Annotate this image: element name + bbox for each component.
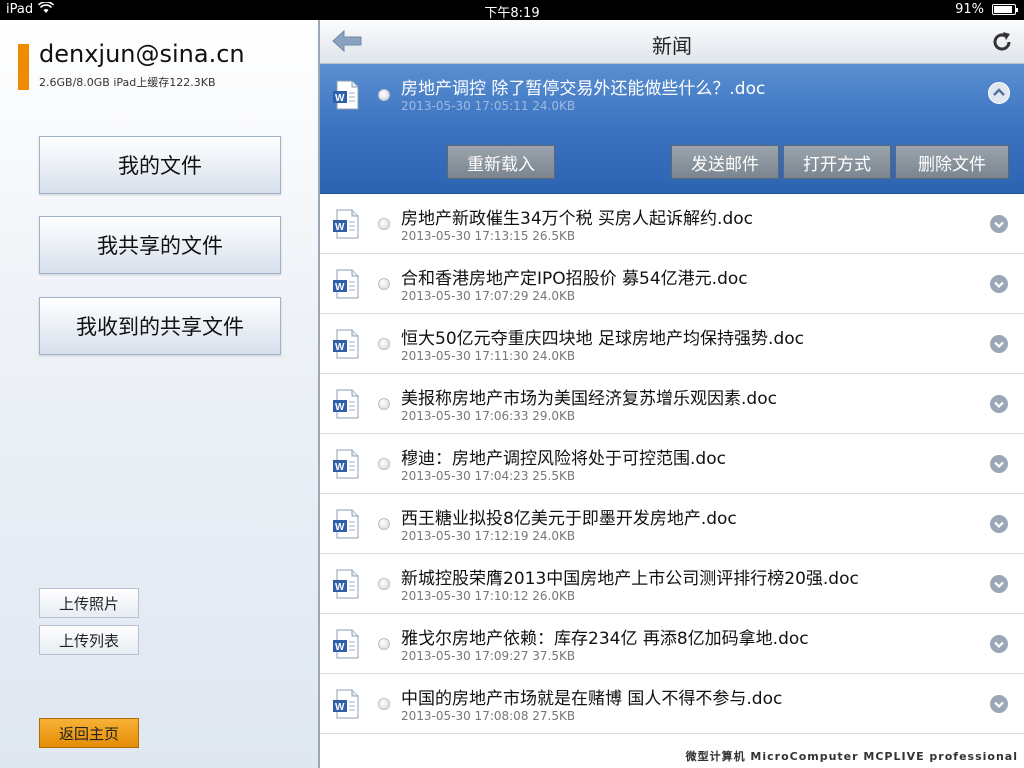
word-doc-icon: W [331,568,363,600]
list-item[interactable]: W 西王糖业拟投8亿美元于即墨开发房地产.doc 2013-05-30 17:1… [320,494,1024,554]
back-home-button[interactable]: 返回主页 [39,718,139,748]
list-item[interactable]: W 恒大50亿元夺重庆四块地 足球房地产均保持强势.doc 2013-05-30… [320,314,1024,374]
chevron-up-icon[interactable] [988,82,1010,104]
word-doc-icon: W [331,79,363,111]
file-meta: 2013-05-30 17:12:19 24.0KB [401,529,576,543]
storage-usage: 2.6GB/8.0GB iPad上缓存122.3KB [39,76,216,89]
upload-photos-button[interactable]: 上传照片 [39,588,139,618]
chevron-down-icon[interactable] [990,395,1008,413]
file-meta: 2013-05-30 17:11:30 24.0KB [401,349,576,363]
account-email: denxjun@sina.cn [39,40,245,68]
chevron-down-icon[interactable] [990,515,1008,533]
upload-list-button[interactable]: 上传列表 [39,625,139,655]
file-name: 房地产调控 除了暂停交易外还能做些什么？.doc [401,79,766,99]
sidebar: denxjun@sina.cn 2.6GB/8.0GB iPad上缓存122.3… [0,20,320,768]
list-item[interactable]: W 合和香港房地产定IPO招股价 募54亿港元.doc 2013-05-30 1… [320,254,1024,314]
selection-radio[interactable] [378,338,390,350]
send-email-button[interactable]: 发送邮件 [671,145,779,179]
selection-radio[interactable] [378,698,390,710]
my-shared-files-button[interactable]: 我共享的文件 [39,216,281,274]
file-name: 雅戈尔房地产依赖：库存234亿 再添8亿加码拿地.doc [401,629,809,649]
selection-radio[interactable] [378,518,390,530]
open-with-button[interactable]: 打开方式 [783,145,891,179]
nav-bar: 新闻 [320,20,1024,64]
word-doc-icon: W [331,388,363,420]
selection-radio[interactable] [378,458,390,470]
svg-text:W: W [335,282,345,293]
list-item[interactable]: W 中国的房地产市场就是在赌博 国人不得不参与.doc 2013-05-30 1… [320,674,1024,734]
svg-text:W: W [335,522,345,533]
svg-text:W: W [335,642,345,653]
selection-radio[interactable] [378,638,390,650]
selection-radio[interactable] [378,398,390,410]
word-doc-icon: W [331,208,363,240]
list-item[interactable]: W 美报称房地产市场为美国经济复苏增乐观因素.doc 2013-05-30 17… [320,374,1024,434]
page-title: 新闻 [652,34,692,58]
file-name: 中国的房地产市场就是在赌博 国人不得不参与.doc [401,689,783,709]
chevron-down-icon[interactable] [990,335,1008,353]
file-name: 房地产新政催生34万个税 买房人起诉解约.doc [401,209,753,229]
file-meta: 2013-05-30 17:04:23 25.5KB [401,469,576,483]
svg-text:W: W [335,702,345,713]
list-item[interactable]: W 穆迪：房地产调控风险将处于可控范围.doc 2013-05-30 17:04… [320,434,1024,494]
file-name: 合和香港房地产定IPO招股价 募54亿港元.doc [401,269,748,289]
svg-text:W: W [335,582,345,593]
reload-button[interactable]: 重新载入 [447,145,555,179]
file-meta: 2013-05-30 17:06:33 29.0KB [401,409,576,423]
svg-text:W: W [335,93,345,104]
file-name: 西王糖业拟投8亿美元于即墨开发房地产.doc [401,509,737,529]
word-doc-icon: W [331,328,363,360]
list-item[interactable]: W 房地产新政催生34万个税 买房人起诉解约.doc 2013-05-30 17… [320,194,1024,254]
file-meta: 2013-05-30 17:13:15 26.5KB [401,229,576,243]
selected-file-row[interactable]: W 房地产调控 除了暂停交易外还能做些什么？.doc 2013-05-30 17… [320,64,1024,194]
word-doc-icon: W [331,268,363,300]
list-item[interactable]: W 雅戈尔房地产依赖：库存234亿 再添8亿加码拿地.doc 2013-05-3… [320,614,1024,674]
chevron-down-icon[interactable] [990,275,1008,293]
received-shared-files-button[interactable]: 我收到的共享文件 [39,297,281,355]
battery-percent: 91% [955,2,984,17]
file-name: 恒大50亿元夺重庆四块地 足球房地产均保持强势.doc [401,329,804,349]
svg-text:W: W [335,342,345,353]
status-bar: iPad 下午8:19 91% [0,0,1024,21]
chevron-down-icon[interactable] [990,455,1008,473]
selection-radio[interactable] [378,278,390,290]
file-name: 新城控股荣膺2013中国房地产上市公司测评排行榜20强.doc [401,569,859,589]
file-meta: 2013-05-30 17:05:11 24.0KB [401,99,576,113]
word-doc-icon: W [331,448,363,480]
refresh-icon[interactable] [990,30,1014,54]
battery-icon [992,4,1018,15]
watermark-logo: 微型计算机 MicroComputer MCPLIVE professional [685,750,1018,763]
file-name: 穆迪：房地产调控风险将处于可控范围.doc [401,449,726,469]
file-meta: 2013-05-30 17:09:27 37.5KB [401,649,576,663]
list-item[interactable]: W 新城控股荣膺2013中国房地产上市公司测评排行榜20强.doc 2013-0… [320,554,1024,614]
chevron-down-icon[interactable] [990,575,1008,593]
word-doc-icon: W [331,508,363,540]
svg-text:W: W [335,222,345,233]
file-meta: 2013-05-30 17:07:29 24.0KB [401,289,576,303]
file-name: 美报称房地产市场为美国经济复苏增乐观因素.doc [401,389,777,409]
account-accent-bar [18,44,29,90]
selection-radio[interactable] [378,89,390,101]
file-meta: 2013-05-30 17:08:08 27.5KB [401,709,576,723]
selection-radio[interactable] [378,218,390,230]
battery-level [994,6,1012,13]
file-meta: 2013-05-30 17:10:12 26.0KB [401,589,576,603]
my-files-button[interactable]: 我的文件 [39,136,281,194]
chevron-down-icon[interactable] [990,215,1008,233]
word-doc-icon: W [331,628,363,660]
chevron-down-icon[interactable] [990,695,1008,713]
word-doc-icon: W [331,688,363,720]
file-list-panel: 新闻 W 房地产调控 除了暂停交易外还能做些什么？.doc 2013-05-30… [320,20,1024,768]
delete-file-button[interactable]: 删除文件 [895,145,1009,179]
svg-text:W: W [335,462,345,473]
svg-text:W: W [335,402,345,413]
status-time: 下午8:19 [484,6,540,21]
chevron-down-icon[interactable] [990,635,1008,653]
selection-radio[interactable] [378,578,390,590]
